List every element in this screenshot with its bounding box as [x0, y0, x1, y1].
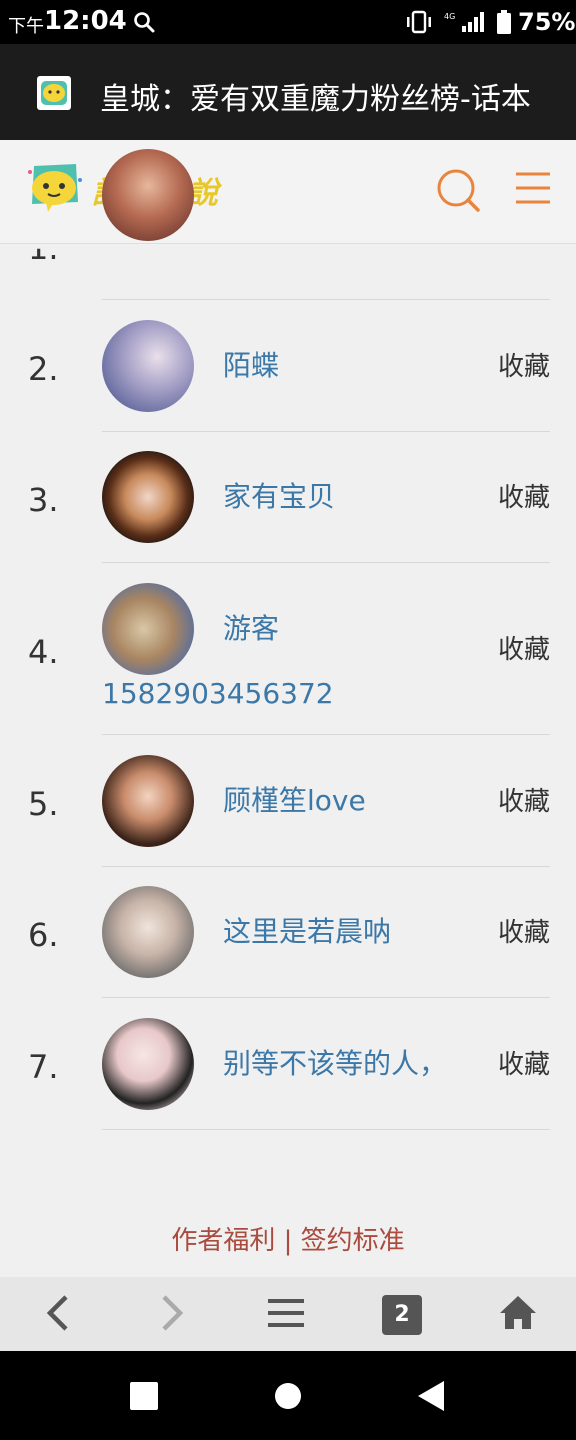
browser-title-bar: 皇城：爱有双重魔力粉丝榜-话本	[0, 44, 576, 140]
battery-percent: 75%	[518, 8, 576, 36]
favorite-button[interactable]: 收藏	[498, 477, 550, 514]
rank-number: 4.	[28, 633, 59, 671]
menu-icon[interactable]	[514, 170, 552, 208]
rank-number: 6.	[28, 916, 59, 954]
favorite-button[interactable]: 收藏	[498, 1044, 550, 1081]
sign-standard-link[interactable]: 签约标准	[301, 1226, 405, 1256]
status-bar: 下午 12:04 4G 75%	[0, 0, 576, 44]
back-icon[interactable]	[416, 1381, 444, 1411]
favorite-button[interactable]: 收藏	[498, 781, 550, 818]
fan-name[interactable]: 别等不该等的人，	[223, 1042, 447, 1082]
avatar[interactable]	[102, 320, 194, 412]
network-label: 4G	[444, 12, 455, 21]
status-ampm: 下午	[8, 16, 44, 37]
fan-name[interactable]: 顾槿笙love	[223, 779, 366, 819]
search-icon[interactable]	[434, 166, 482, 214]
site-favicon	[37, 76, 71, 110]
avatar[interactable]	[102, 755, 194, 847]
rank-number: 5.	[28, 785, 59, 823]
row-divider	[102, 431, 550, 432]
row-divider	[102, 562, 550, 563]
browser-toolbar	[0, 1277, 576, 1351]
row-divider	[102, 1129, 550, 1130]
row-divider	[102, 299, 550, 300]
favorite-button[interactable]: 收藏	[498, 912, 550, 949]
fan-name[interactable]: 这里是若晨呐	[223, 910, 391, 950]
menu-icon[interactable]	[266, 1293, 306, 1333]
vibrate-icon	[407, 10, 431, 34]
fan-id[interactable]: 1582903456372	[102, 677, 334, 710]
back-icon[interactable]	[38, 1293, 78, 1333]
avatar[interactable]	[102, 583, 194, 675]
rank-number: 3.	[28, 481, 59, 519]
favorite-button[interactable]: 收藏	[498, 346, 550, 383]
avatar[interactable]	[102, 886, 194, 978]
favorite-button[interactable]: 收藏	[498, 629, 550, 666]
site-header: 話本小說	[0, 140, 576, 244]
site-logo-icon[interactable]	[24, 158, 84, 218]
avatar[interactable]	[102, 149, 194, 241]
row-divider	[102, 866, 550, 867]
rank-number: 7.	[28, 1048, 59, 1086]
row-divider	[102, 734, 550, 735]
avatar[interactable]	[102, 1018, 194, 1110]
fan-name[interactable]: 陌蝶	[223, 344, 279, 384]
row-divider	[102, 997, 550, 998]
forward-icon[interactable]	[152, 1293, 192, 1333]
avatar[interactable]	[102, 451, 194, 543]
status-time: 12:04	[44, 6, 127, 36]
footer-links: 作者福利 | 签约标准	[0, 1220, 576, 1257]
search-icon	[134, 12, 155, 33]
rank-number: 2.	[28, 350, 59, 388]
page-title: 皇城：爱有双重魔力粉丝榜-话本	[100, 82, 531, 117]
signal-icon: 4G	[444, 12, 484, 32]
battery-icon	[497, 10, 511, 34]
fan-name[interactable]: 家有宝贝	[223, 475, 335, 515]
system-nav-bar	[0, 1351, 576, 1440]
home-icon[interactable]	[274, 1382, 302, 1410]
author-welfare-link[interactable]: 作者福利	[171, 1226, 275, 1256]
recents-icon[interactable]	[130, 1382, 158, 1410]
footer-separator: |	[275, 1226, 301, 1256]
home-icon[interactable]	[498, 1293, 538, 1333]
fan-name[interactable]: 游客	[223, 607, 279, 647]
tab-count-button[interactable]: 2	[382, 1295, 422, 1335]
